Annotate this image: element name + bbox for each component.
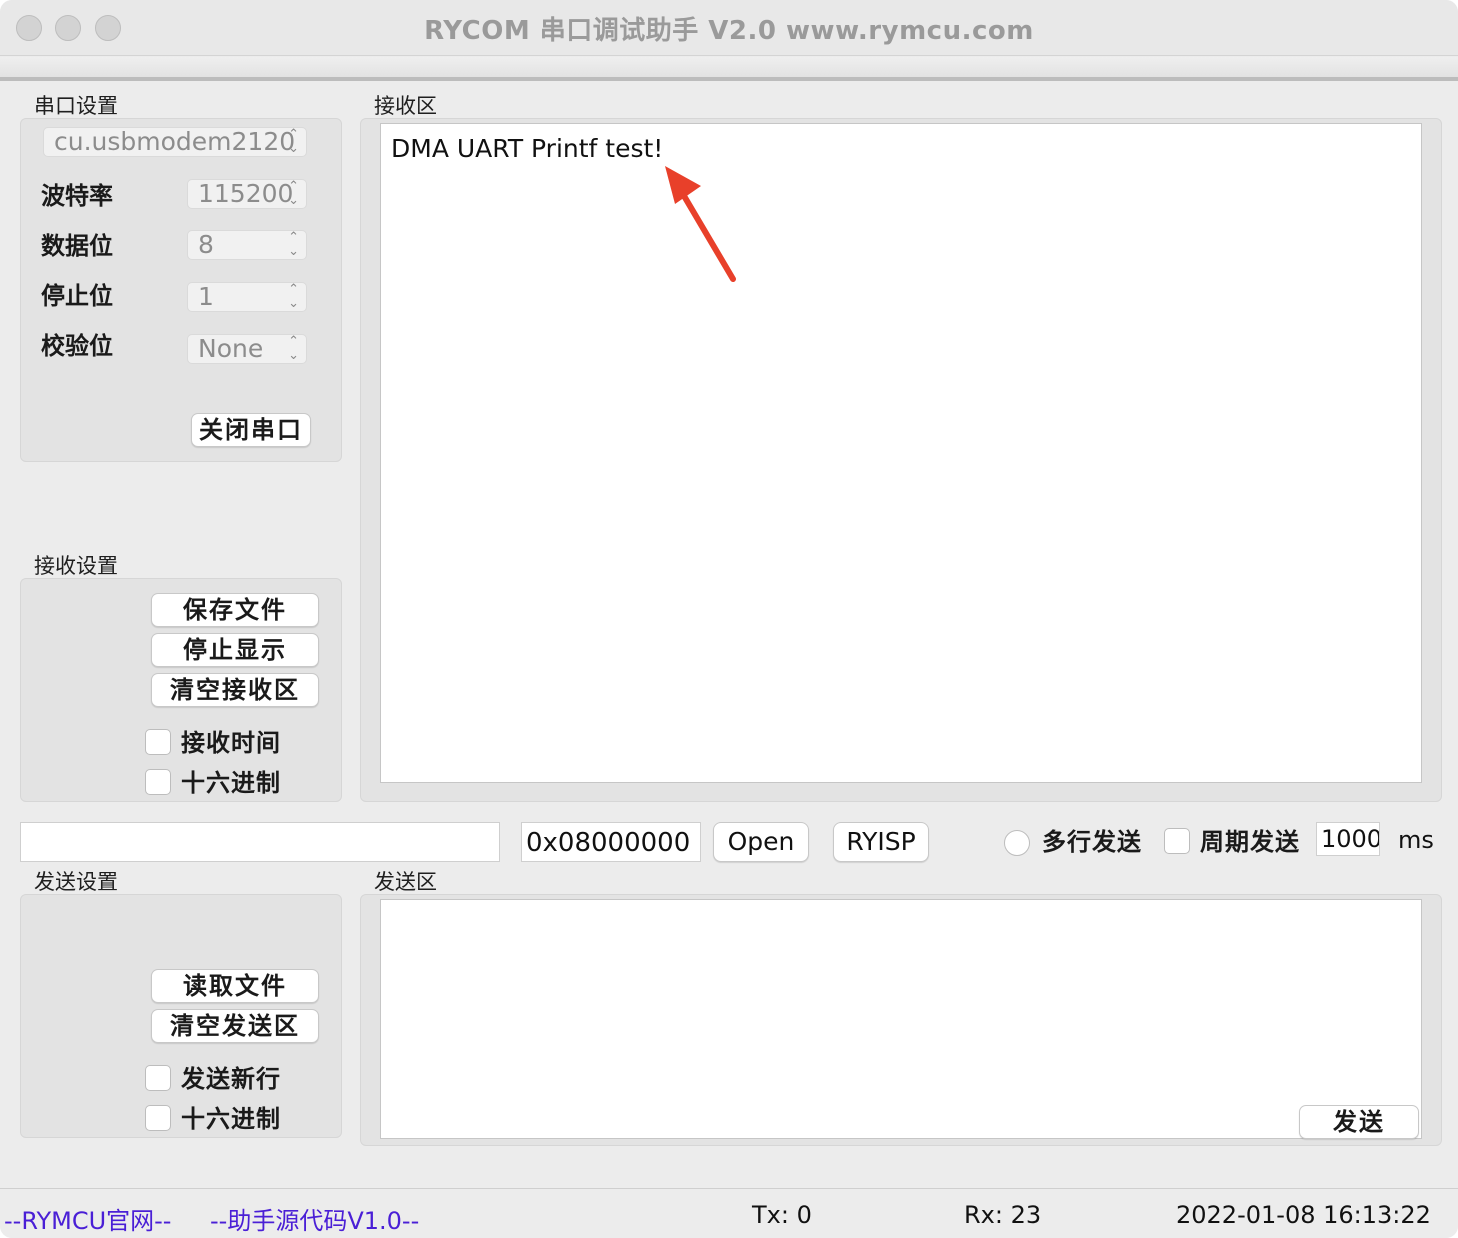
serial-settings-panel: cu.usbmodem2120 ⌃ ⌄ 波特率 115200 ⌃ ⌄ 数据位 8 ⌃… [20, 118, 342, 462]
period-unit-label: ms [1398, 826, 1434, 854]
periodic-send-checkbox[interactable] [1164, 828, 1190, 854]
datetime-display: 2022-01-08 16:13:22 [1176, 1201, 1431, 1229]
chevron-updown-icon: ⌃ ⌄ [288, 334, 299, 363]
port-select-value: cu.usbmodem2120 [54, 127, 296, 156]
send-settings-panel: 读取文件 清空发送区 发送新行 十六进制 [20, 894, 342, 1138]
chevron-updown-icon: ⌃ ⌄ [288, 179, 299, 208]
receive-settings-label: 接收设置 [34, 554, 118, 578]
baud-select[interactable]: 115200 ⌃ ⌄ [187, 179, 307, 209]
flash-address-input[interactable]: 0x08000000 [521, 822, 701, 862]
clear-receive-button[interactable]: 清空接收区 [151, 673, 319, 707]
receive-area-panel: DMA UART Printf test! [360, 118, 1442, 802]
stop-bits-select[interactable]: 1 ⌃ ⌄ [187, 282, 307, 312]
close-port-button[interactable]: 关闭串口 [191, 413, 311, 447]
open-button[interactable]: Open [713, 822, 809, 862]
receive-settings-panel: 保存文件 停止显示 清空接收区 接收时间 十六进制 [20, 578, 342, 802]
chevron-updown-icon: ⌃ ⌄ [288, 282, 299, 311]
receive-hex-checkbox[interactable] [145, 769, 171, 795]
parity-label: 校验位 [41, 332, 113, 360]
parity-select[interactable]: None ⌃ ⌄ [187, 334, 307, 364]
website-link[interactable]: --RYMCU官网-- [4, 1201, 171, 1236]
stop-bits-label: 停止位 [41, 282, 113, 310]
title-bar: RYCOM 串口调试助手 V2.0 www.rymcu.com [0, 0, 1458, 56]
toolbar-strip [0, 57, 1458, 81]
parity-select-value: None [198, 334, 264, 363]
ryisp-button[interactable]: RYISP [833, 822, 929, 862]
window-title: RYCOM 串口调试助手 V2.0 www.rymcu.com [424, 16, 1034, 46]
chevron-updown-icon: ⌃ ⌄ [288, 127, 299, 156]
send-area-label: 发送区 [374, 870, 437, 894]
app-window: RYCOM 串口调试助手 V2.0 www.rymcu.com 串口设置 cu.… [0, 0, 1458, 1238]
periodic-send-label: 周期发送 [1200, 828, 1300, 856]
receive-textarea[interactable]: DMA UART Printf test! [380, 123, 1422, 783]
multiline-send-radio[interactable] [1004, 830, 1030, 856]
status-bar: --RYMCU官网-- --助手源代码V1.0-- Tx: 0 Rx: 23 2… [0, 1188, 1458, 1238]
receive-hex-label: 十六进制 [181, 769, 281, 797]
read-file-button[interactable]: 读取文件 [151, 969, 319, 1003]
send-settings-label: 发送设置 [34, 870, 118, 894]
data-bits-label: 数据位 [41, 232, 113, 260]
period-input[interactable]: 1000 [1316, 822, 1380, 856]
file-path-input[interactable] [20, 822, 500, 862]
clear-send-button[interactable]: 清空发送区 [151, 1009, 319, 1043]
receive-area-label: 接收区 [374, 94, 437, 118]
data-bits-select-value: 8 [198, 230, 214, 259]
tx-counter: Tx: 0 [752, 1201, 812, 1229]
send-newline-checkbox[interactable] [145, 1065, 171, 1091]
save-file-button[interactable]: 保存文件 [151, 593, 319, 627]
data-bits-select[interactable]: 8 ⌃ ⌄ [187, 230, 307, 260]
annotation-arrow-icon [665, 166, 736, 282]
source-code-link[interactable]: --助手源代码V1.0-- [210, 1201, 419, 1236]
stop-bits-select-value: 1 [198, 282, 214, 311]
stop-display-button[interactable]: 停止显示 [151, 633, 319, 667]
rx-counter: Rx: 23 [964, 1201, 1042, 1229]
send-newline-label: 发送新行 [181, 1065, 281, 1093]
chevron-updown-icon: ⌃ ⌄ [288, 230, 299, 259]
send-hex-checkbox[interactable] [145, 1105, 171, 1131]
multiline-send-label: 多行发送 [1042, 828, 1142, 856]
send-hex-label: 十六进制 [181, 1105, 281, 1133]
baud-select-value: 115200 [198, 179, 294, 208]
send-textarea[interactable] [380, 899, 1422, 1139]
port-select[interactable]: cu.usbmodem2120 ⌃ ⌄ [43, 127, 307, 157]
receive-content: DMA UART Printf test! [391, 134, 664, 163]
serial-settings-label: 串口设置 [34, 94, 118, 118]
receive-time-label: 接收时间 [181, 729, 281, 757]
receive-time-checkbox[interactable] [145, 729, 171, 755]
send-button[interactable]: 发送 [1299, 1105, 1419, 1139]
send-area-panel: 发送 [360, 894, 1442, 1146]
baud-label: 波特率 [41, 182, 113, 210]
